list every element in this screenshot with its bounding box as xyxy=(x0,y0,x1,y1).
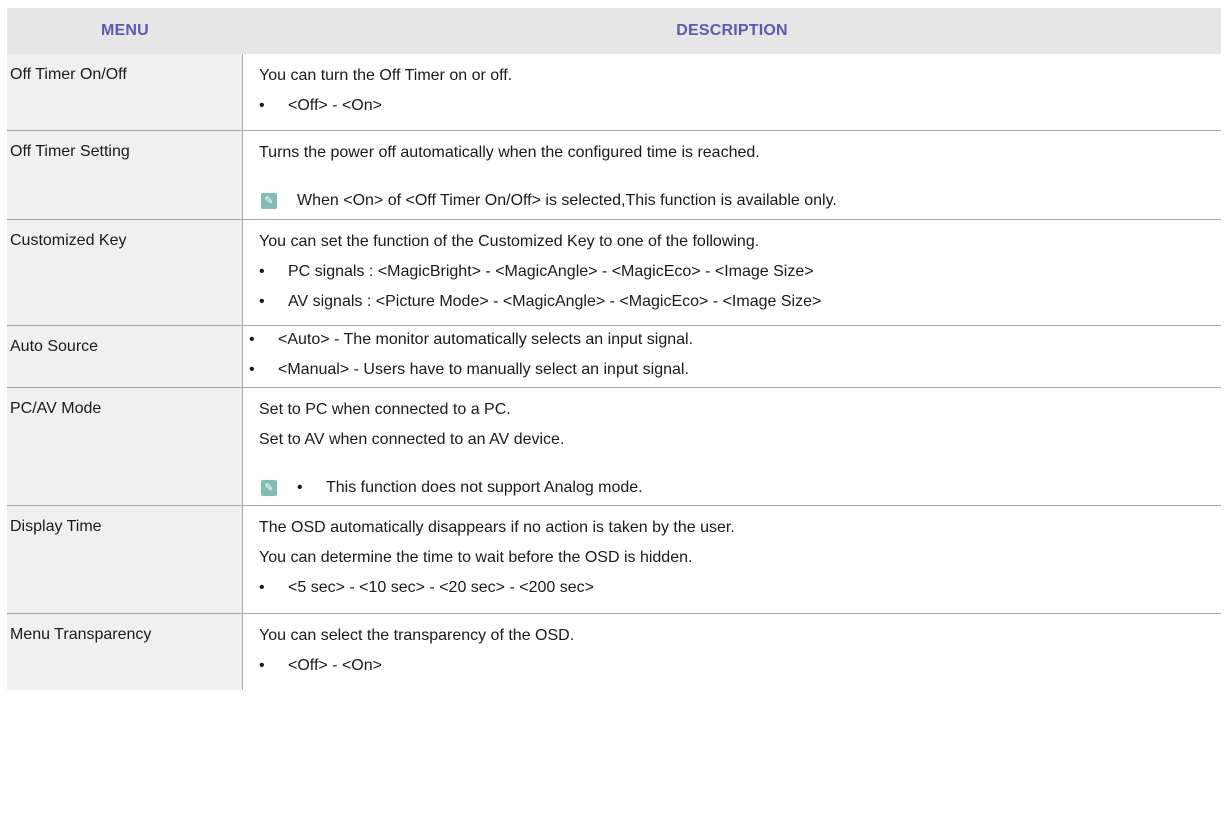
bullet-icon: • xyxy=(297,479,303,496)
bullet-text: <5 sec> - <10 sec> - <20 sec> - <200 sec… xyxy=(288,579,594,596)
note-text: This function does not support Analog mo… xyxy=(326,479,643,496)
bullet-icon: • xyxy=(259,293,265,310)
description-line: You can set the function of the Customiz… xyxy=(259,233,760,250)
bullet-text: PC signals : <MagicBright> - <MagicAngle… xyxy=(288,263,814,280)
note-text: When <On> of <Off Timer On/Off> is selec… xyxy=(297,192,837,209)
menu-cell: Auto Source xyxy=(7,326,243,387)
bullet-icon: • xyxy=(259,579,265,596)
bullet-icon: • xyxy=(259,263,265,280)
menu-cell: Off Timer On/Off xyxy=(7,54,243,130)
bullet-icon: • xyxy=(259,97,265,114)
description-line: The OSD automatically disappears if no a… xyxy=(259,519,735,536)
description-cell: Turns the power off automatically when t… xyxy=(243,131,1221,219)
description-line: You can determine the time to wait befor… xyxy=(259,549,693,566)
description-cell: You can select the transparency of the O… xyxy=(243,614,1221,690)
menu-cell: PC/AV Mode xyxy=(7,388,243,505)
table-row: Customized Key You can set the function … xyxy=(7,220,1221,326)
bullet-text: AV signals : <Picture Mode> - <MagicAngl… xyxy=(288,293,822,310)
menu-cell: Display Time xyxy=(7,506,243,613)
description-cell: The OSD automatically disappears if no a… xyxy=(243,506,1221,613)
note-pencil-icon: ✎ xyxy=(261,193,277,209)
bullet-icon: • xyxy=(249,331,255,348)
bullet-item: • <Manual> - Users have to manually selec… xyxy=(249,358,1221,388)
description-line: You can turn the Off Timer on or off. xyxy=(259,67,513,84)
table-row: Off Timer Setting Turns the power off au… xyxy=(7,131,1221,220)
table-row: Display Time The OSD automatically disap… xyxy=(7,506,1221,614)
table-row: Auto Source • <Auto> - The monitor automa… xyxy=(7,326,1221,388)
description-cell: • <Auto> - The monitor automatically sele… xyxy=(243,326,1221,387)
description-column-header: DESCRIPTION xyxy=(676,22,788,39)
table-header-row: MENU DESCRIPTION xyxy=(7,8,1221,54)
bullet-text: <Auto> - The monitor automatically selec… xyxy=(278,331,694,348)
description-line: Set to AV when connected to an AV device… xyxy=(259,431,565,448)
note-pencil-icon: ✎ xyxy=(261,480,277,496)
menu-cell: Off Timer Setting xyxy=(7,131,243,219)
bullet-item: • AV signals : <Picture Mode> - <MagicAng… xyxy=(259,290,1221,320)
menu-cell: Customized Key xyxy=(7,220,243,325)
bullet-item: • <5 sec> - <10 sec> - <20 sec> - <200 se… xyxy=(259,576,1221,606)
bullet-item: • <Off> - <On> xyxy=(259,94,1221,124)
description-cell: Set to PC when connected to a PC. Set to… xyxy=(243,388,1221,505)
description-line: You can select the transparency of the O… xyxy=(259,627,575,644)
description-cell: You can turn the Off Timer on or off. • <… xyxy=(243,54,1221,130)
menu-cell: Menu Transparency xyxy=(7,614,243,690)
bullet-icon: • xyxy=(249,361,255,378)
description-cell: You can set the function of the Customiz… xyxy=(243,220,1221,325)
note: ✎ • This function does not support Analog … xyxy=(259,468,1221,508)
table-row: Off Timer On/Off You can turn the Off Ti… xyxy=(7,54,1221,131)
table-row: Menu Transparency You can select the tra… xyxy=(7,614,1221,690)
bullet-item: • <Off> - <On> xyxy=(259,654,1221,684)
bullet-icon: • xyxy=(259,657,265,674)
note: ✎ When <On> of <Off Timer On/Off> is sele… xyxy=(259,181,1221,221)
bullet-item: • <Auto> - The monitor automatically sele… xyxy=(249,328,1221,358)
bullet-text: <Off> - <On> xyxy=(288,97,382,114)
table-row: PC/AV Mode Set to PC when connected to a… xyxy=(7,388,1221,506)
bullet-text: <Off> - <On> xyxy=(288,657,382,674)
menu-column-header: MENU xyxy=(101,22,149,39)
description-line: Turns the power off automatically when t… xyxy=(259,144,760,161)
settings-table: MENU DESCRIPTION Off Timer On/Off You ca… xyxy=(7,8,1221,690)
bullet-text: <Manual> - Users have to manually select… xyxy=(278,361,689,378)
bullet-item: • PC signals : <MagicBright> - <MagicAngl… xyxy=(259,260,1221,290)
description-line: Set to PC when connected to a PC. xyxy=(259,401,511,418)
